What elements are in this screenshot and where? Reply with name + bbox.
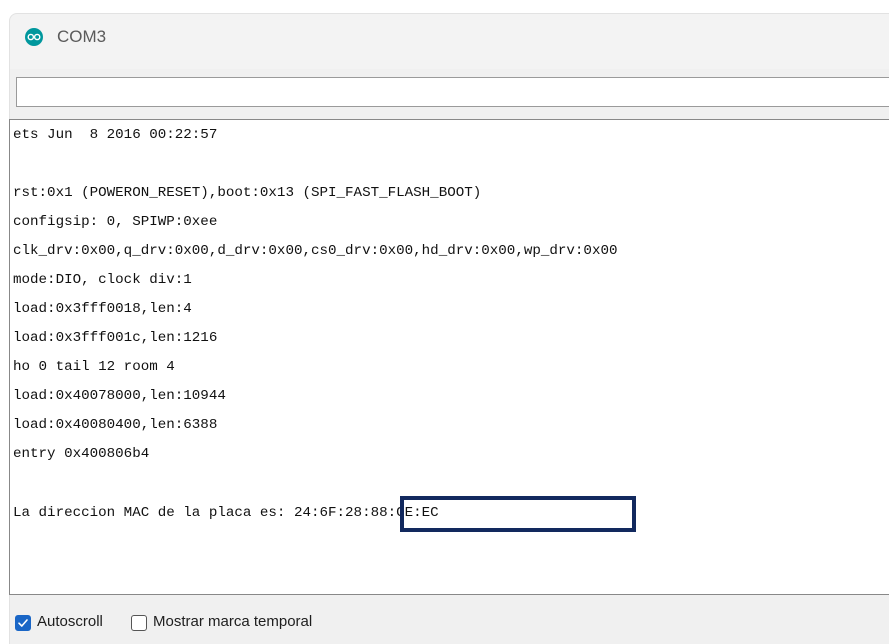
- status-footer: Autoscroll Mostrar marca temporal: [9, 595, 889, 644]
- console-line: rst:0x1 (POWERON_RESET),boot:0x13 (SPI_F…: [13, 185, 482, 201]
- arduino-infinity-icon: [25, 28, 43, 46]
- timestamp-checkbox[interactable]: [131, 615, 147, 631]
- console-line: clk_drv:0x00,q_drv:0x00,d_drv:0x00,cs0_d…: [13, 243, 618, 259]
- serial-output[interactable]: ets Jun 8 2016 00:22:57 rst:0x1 (POWERON…: [9, 119, 889, 595]
- console-line: entry 0x400806b4: [13, 446, 150, 462]
- mac-address-highlight: [400, 496, 636, 532]
- console-line: configsip: 0, SPIWP:0xee: [13, 214, 218, 230]
- send-input[interactable]: [16, 77, 889, 107]
- timestamp-label[interactable]: Mostrar marca temporal: [153, 613, 312, 630]
- autoscroll-label[interactable]: Autoscroll: [37, 613, 103, 630]
- send-bar: [9, 69, 889, 119]
- window-title: COM3: [57, 27, 107, 46]
- console-line: load:0x40080400,len:6388: [13, 417, 218, 433]
- console-line: mode:DIO, clock div:1: [13, 272, 192, 288]
- mac-address-line: La direccion MAC de la placa es: 24:6F:2…: [13, 505, 439, 521]
- console-line: load:0x3fff001c,len:1216: [13, 330, 218, 346]
- console-line: ho 0 tail 12 room 4: [13, 359, 175, 375]
- autoscroll-checkbox[interactable]: [15, 615, 31, 631]
- serial-monitor-window: COM3 ets Jun 8 2016 00:22:57 rst:0x1 (PO…: [0, 0, 889, 644]
- console-line: load:0x40078000,len:10944: [13, 388, 226, 404]
- title-bar: COM3: [9, 13, 889, 69]
- console-line: ets Jun 8 2016 00:22:57: [13, 127, 218, 143]
- console-line: load:0x3fff0018,len:4: [13, 301, 192, 317]
